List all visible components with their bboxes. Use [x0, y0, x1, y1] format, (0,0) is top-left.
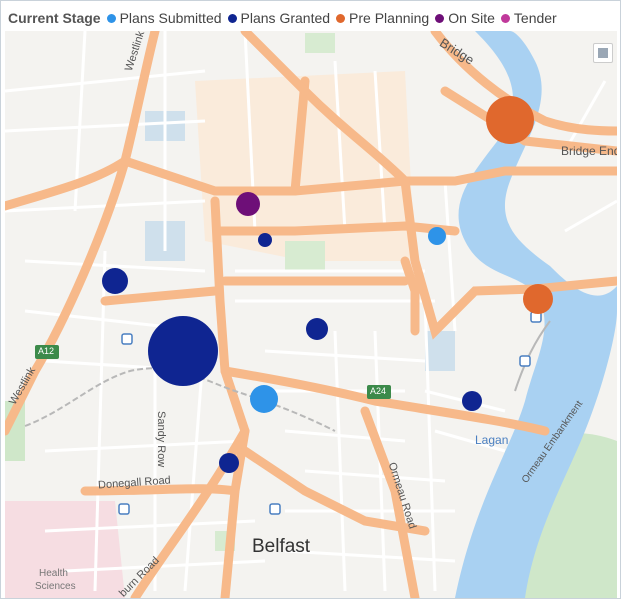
map-visual-frame: Current Stage Plans Submitted Plans Gran… — [0, 0, 621, 599]
legend-dot-icon — [227, 13, 237, 23]
legend-dot-icon — [435, 13, 445, 23]
map-canvas[interactable]: Westlink Westlink Bridge Bridge End A12 … — [5, 31, 617, 598]
legend-entry-plans-granted[interactable]: Plans Granted — [227, 10, 331, 26]
water-area — [425, 331, 455, 371]
marker-plans-granted — [148, 316, 218, 386]
map-label-a24: A24 — [370, 386, 387, 396]
legend-dot-icon — [500, 13, 510, 23]
legend-label: Pre Planning — [349, 10, 430, 26]
legend: Current Stage Plans Submitted Plans Gran… — [8, 7, 563, 29]
marker-plans-granted — [306, 318, 328, 340]
map-layers-icon[interactable] — [593, 43, 613, 63]
legend-entry-tender[interactable]: Tender — [500, 10, 557, 26]
map-label-sandy-row: Sandy Row — [155, 411, 167, 468]
map-base-svg — [5, 31, 617, 598]
park-area — [285, 241, 325, 271]
legend-label: Tender — [513, 10, 557, 26]
marker-plans-granted — [462, 391, 482, 411]
marker-pre-planning — [523, 284, 553, 314]
legend-label: Plans Granted — [240, 10, 331, 26]
map-label-bridge-end: Bridge End — [561, 144, 617, 158]
legend-entry-plans-submitted[interactable]: Plans Submitted — [106, 10, 222, 26]
legend-entry-on-site[interactable]: On Site — [435, 10, 495, 26]
marker-plans-submitted — [250, 385, 278, 413]
park-area — [305, 33, 335, 53]
marker-plans-submitted — [428, 227, 446, 245]
map-label-belfast: Belfast — [252, 536, 311, 557]
map-label-sciences: Sciences — [35, 581, 76, 592]
marker-on-site — [236, 192, 260, 216]
legend-dot-icon — [336, 13, 346, 23]
legend-label: On Site — [448, 10, 495, 26]
legend-title: Current Stage — [8, 10, 101, 26]
marker-plans-granted — [102, 268, 128, 294]
legend-dot-icon — [106, 13, 116, 23]
marker-pre-planning — [486, 96, 534, 144]
marker-plans-granted — [258, 233, 272, 247]
marker-plans-granted — [219, 453, 239, 473]
map-label-health: Health — [39, 568, 68, 579]
map-label-lagan: Lagan — [475, 433, 509, 447]
map-label-a12: A12 — [38, 346, 55, 356]
legend-entry-pre-planning[interactable]: Pre Planning — [336, 10, 429, 26]
legend-label: Plans Submitted — [119, 10, 222, 26]
